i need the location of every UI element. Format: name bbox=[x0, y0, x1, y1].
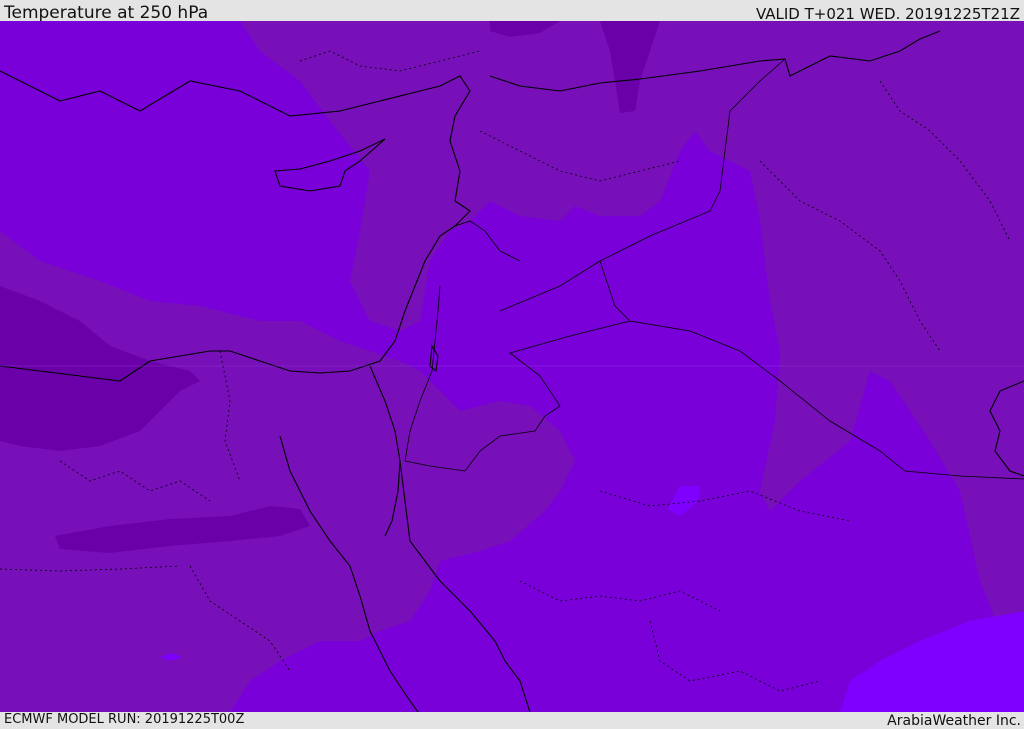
map-title: Temperature at 250 hPa bbox=[4, 3, 209, 23]
map-canvas bbox=[0, 21, 1024, 712]
footer-bar: ECMWF MODEL RUN: 20191225T00Z ArabiaWeat… bbox=[0, 712, 1024, 729]
credit-text: ArabiaWeather Inc. bbox=[887, 713, 1021, 729]
model-run: ECMWF MODEL RUN: 20191225T00Z bbox=[4, 712, 245, 727]
header-bar: Temperature at 250 hPa VALID T+021 WED. … bbox=[0, 0, 1024, 23]
temperature-map[interactable] bbox=[0, 21, 1024, 712]
